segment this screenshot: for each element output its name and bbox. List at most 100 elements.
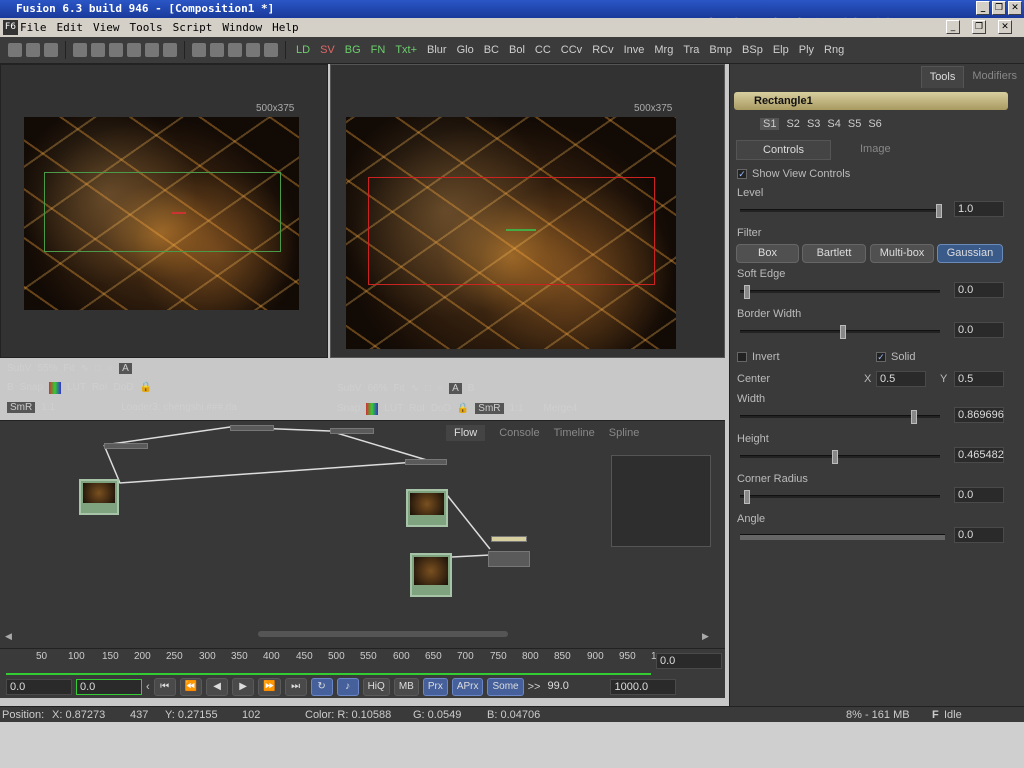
layout-2-icon[interactable] <box>210 43 224 57</box>
horizontal-scrollbar[interactable] <box>258 631 508 637</box>
undo-icon[interactable] <box>127 43 141 57</box>
menu-file[interactable]: File <box>20 18 47 37</box>
hiq-button[interactable]: HiQ <box>362 678 390 696</box>
open-icon[interactable] <box>26 43 40 57</box>
close-button[interactable]: ✕ <box>1008 1 1022 15</box>
node-merge1[interactable] <box>230 425 274 431</box>
node-merge3[interactable] <box>405 459 447 465</box>
channel-icon[interactable] <box>366 402 379 415</box>
tool-inve[interactable]: Inve <box>621 44 648 56</box>
set-s1[interactable]: S1 <box>760 118 780 130</box>
some-button[interactable]: Some <box>487 678 524 696</box>
lut-button[interactable]: LUT <box>384 403 403 414</box>
b-button[interactable]: B <box>7 382 14 393</box>
tool-header[interactable]: Rectangle1 <box>734 92 1008 110</box>
save-icon[interactable] <box>44 43 58 57</box>
menu-tools[interactable]: Tools <box>130 18 163 37</box>
delete-icon[interactable] <box>163 43 177 57</box>
smr-button[interactable]: SmR <box>475 403 504 414</box>
corner-radius-slider[interactable] <box>740 490 940 504</box>
dod-button[interactable]: DoD <box>431 403 451 414</box>
mb-button[interactable]: MB <box>393 678 419 696</box>
audio-icon[interactable]: ♪ <box>336 678 359 696</box>
tool-mrg[interactable]: Mrg <box>651 44 676 56</box>
tool-bol[interactable]: Bol <box>506 44 528 56</box>
subtab-controls[interactable]: Controls <box>736 140 831 160</box>
zoom-level[interactable]: 66% <box>367 383 387 394</box>
curve-icon[interactable]: ∿ <box>411 383 419 394</box>
go-end-icon[interactable]: ⏭ <box>284 678 307 696</box>
tool-sv[interactable]: SV <box>317 44 338 56</box>
minimize-button[interactable]: _ <box>976 1 990 15</box>
tool-blur[interactable]: Blur <box>424 44 450 56</box>
go-start-icon[interactable]: ⏮ <box>153 678 176 696</box>
lock-icon[interactable]: 🔒 <box>457 403 469 414</box>
angle-value[interactable]: 0.0 <box>954 527 1004 543</box>
node-loader2[interactable] <box>406 489 448 527</box>
rect-icon[interactable]: □ <box>95 363 101 374</box>
ellipse-icon[interactable]: ○ <box>107 363 113 374</box>
menu-help[interactable]: Help <box>272 18 299 37</box>
lock-icon[interactable]: 🔒 <box>140 382 152 393</box>
b-button[interactable]: B <box>468 383 475 394</box>
step-button[interactable]: >> <box>528 681 541 693</box>
center-crosshair[interactable] <box>172 212 186 214</box>
set-s2[interactable]: S2 <box>786 118 799 130</box>
node-merge4[interactable] <box>488 551 530 567</box>
dod-button[interactable]: DoD <box>114 382 134 393</box>
set-s4[interactable]: S4 <box>827 118 840 130</box>
scroll-right-icon[interactable]: ▶ <box>702 631 709 642</box>
menu-script[interactable]: Script <box>173 18 213 37</box>
prx-button[interactable]: Prx <box>422 678 448 696</box>
node-loader3[interactable] <box>410 553 452 597</box>
height-slider[interactable] <box>740 450 940 464</box>
width-slider[interactable] <box>740 410 940 424</box>
node-loader1[interactable] <box>79 479 119 515</box>
node-merge2[interactable] <box>330 428 374 434</box>
invert-checkbox[interactable]: Invert <box>737 351 780 363</box>
node-rectangle1[interactable] <box>491 536 527 542</box>
center-x-value[interactable]: 0.5 <box>876 371 926 387</box>
aprx-button[interactable]: APrx <box>451 678 484 696</box>
node-background[interactable] <box>104 443 148 449</box>
zoom-level[interactable]: 55% <box>37 363 57 374</box>
show-view-controls-checkbox[interactable]: ✓ Show View Controls <box>737 168 850 180</box>
tool-glo[interactable]: Glo <box>454 44 477 56</box>
corner-radius-value[interactable]: 0.0 <box>954 487 1004 503</box>
layout-1-icon[interactable] <box>192 43 206 57</box>
restore-button[interactable]: ❐ <box>992 1 1006 15</box>
level-slider[interactable] <box>740 204 942 218</box>
tool-elp[interactable]: Elp <box>770 44 792 56</box>
center-y-value[interactable]: 0.5 <box>954 371 1004 387</box>
fit-button[interactable]: Fit <box>63 363 74 374</box>
rectangle-overlay[interactable] <box>368 177 655 285</box>
filter-gaussian-button[interactable]: Gaussian <box>937 244 1003 263</box>
play-reverse-icon[interactable]: ◀ <box>206 678 229 696</box>
viewer-left[interactable]: 500x375 SubV 55% Fit ∿ □ ○ A B Snap LUT … <box>0 64 328 413</box>
tool-rcv[interactable]: RCv <box>589 44 616 56</box>
soft-edge-value[interactable]: 0.0 <box>954 282 1004 298</box>
tool-rng[interactable]: Rng <box>821 44 847 56</box>
menu-edit[interactable]: Edit <box>57 18 84 37</box>
a-button[interactable]: A <box>449 383 462 394</box>
border-width-slider[interactable] <box>740 325 940 339</box>
viewer-image[interactable] <box>346 117 676 349</box>
tool-fn[interactable]: FN <box>368 44 389 56</box>
viewer-right[interactable]: 500x375 SubV 66% Fit ∿ □ ○ A B Snap LUT … <box>330 64 725 415</box>
menu-view[interactable]: View <box>93 18 120 37</box>
tool-ccv[interactable]: CCv <box>558 44 585 56</box>
render-end-field[interactable]: 99.0 <box>544 679 606 695</box>
redo-icon[interactable] <box>145 43 159 57</box>
soft-edge-slider[interactable] <box>740 285 940 299</box>
roi-button[interactable]: RoI <box>92 382 108 393</box>
channel-icon[interactable] <box>49 381 62 394</box>
one-to-one-button[interactable]: 1:1 <box>510 403 524 414</box>
flow-minimap[interactable] <box>611 455 711 547</box>
tool-bg[interactable]: BG <box>342 44 364 56</box>
current-time-field[interactable]: 0.0 <box>656 653 722 669</box>
roi-button[interactable]: RoI <box>409 403 425 414</box>
doc-restore-button[interactable]: ❐ <box>972 20 986 34</box>
tool-bc[interactable]: BC <box>481 44 502 56</box>
curve-icon[interactable]: ∿ <box>81 363 89 374</box>
filter-box-button[interactable]: Box <box>736 244 799 263</box>
